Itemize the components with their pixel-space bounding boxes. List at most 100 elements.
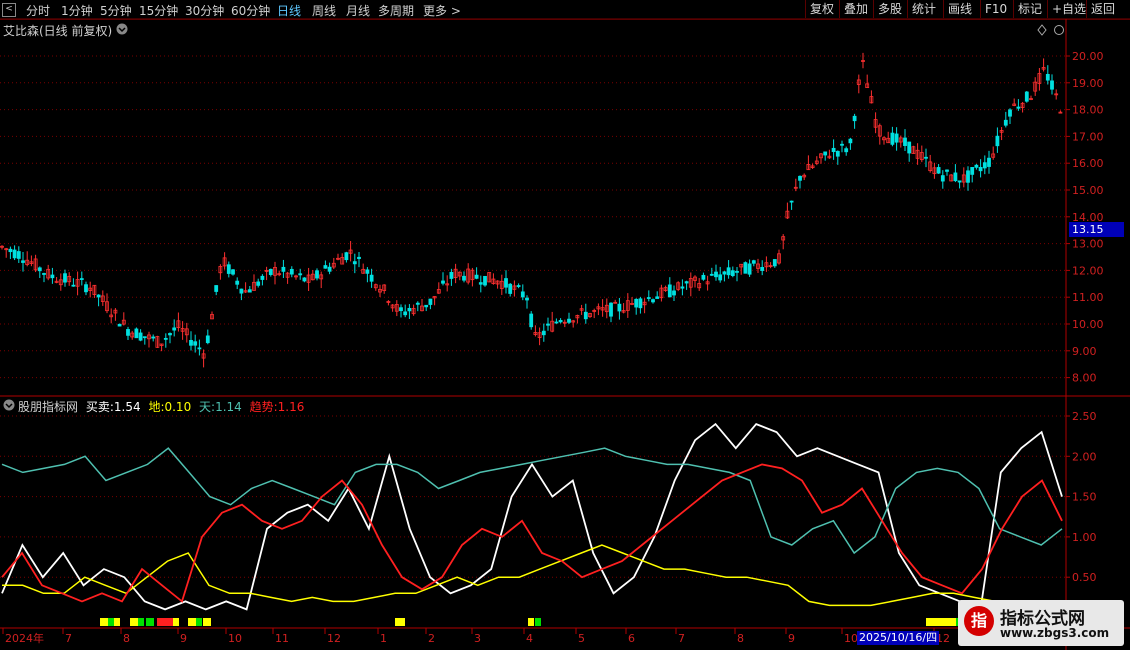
candle-down [268,268,273,275]
time-tick-label: 10 [844,632,858,645]
candle-down [743,262,748,274]
candle-down [516,285,521,287]
legend-earth-label: 地: [148,400,165,414]
legend-sky-value: 1.14 [215,400,242,414]
price-tick-label: 19.00 [1072,77,1104,90]
candle-down [638,298,643,309]
indicator-line-4 [1,463,1063,603]
current-price-tag: 13.15 [1069,222,1124,237]
candle-down [1024,91,1029,102]
candle-down [970,167,975,175]
candle-down [1016,106,1021,109]
candle-down [327,266,332,272]
candle-down [554,321,559,324]
candle-down [903,137,907,146]
candle-down [520,291,525,298]
candle-down [449,272,454,279]
time-tick-label: 7 [678,632,685,645]
time-tick-label: 3 [474,632,481,645]
candle-down [966,170,970,183]
candle-down [42,273,46,275]
candle-down [940,175,945,182]
candle-down [747,263,752,275]
candle-down [722,271,727,275]
candle-down [172,327,177,331]
candle-down [852,115,857,122]
signal-bar [926,618,956,626]
time-tick-label: 8 [737,632,744,645]
candle-down [894,133,899,143]
signal-bar [157,618,173,626]
indicator-tick-label: 1.00 [1072,531,1097,544]
candle-down [634,298,639,308]
candle-down [1050,80,1054,90]
indicator-menu-icon[interactable] [3,399,15,411]
price-tick-label: 12.00 [1072,264,1104,277]
candle-down [365,269,370,274]
candle-down [168,333,172,336]
price-tick-label: 17.00 [1072,130,1104,143]
candle-down [298,273,303,276]
candle-down [718,274,723,281]
candle-down [189,339,193,346]
price-tick-label: 9.00 [1072,345,1097,358]
candle-down [945,169,949,172]
time-tick-label: 8 [123,632,130,645]
candle-down [617,303,622,312]
candle-down [525,297,529,301]
candle-down [798,175,802,181]
candle-down [352,261,357,265]
candle-down [50,274,55,279]
candle-down [96,294,101,298]
signal-bar [173,618,179,626]
candle-down [504,278,508,288]
candle-down [680,286,685,289]
price-tick-label: 20.00 [1072,50,1104,63]
price-tick-label: 11.00 [1072,291,1104,304]
candle-down [424,304,429,308]
candle-down [529,313,534,328]
candlestick-series [0,52,1063,368]
candle-down [667,284,672,298]
candle-down [37,267,42,272]
candle-down [16,251,21,259]
signal-bar [535,618,541,626]
candle-down [714,271,718,278]
candle-down [751,260,756,264]
price-tick-label: 8.00 [1072,372,1097,385]
candle-down [151,336,156,339]
candle-down [474,274,479,279]
kline-chart-canvas[interactable]: 20.0019.0018.0017.0016.0015.0014.0013.00… [0,0,1130,650]
candle-down [415,302,420,305]
candle-down [289,268,294,275]
candle-down [646,297,651,299]
candle-down [651,299,655,303]
time-tick-label: 1 [380,632,387,645]
signal-bar [146,618,154,626]
candle-down [235,280,240,285]
candle-down [907,141,912,154]
candle-down [71,284,76,287]
candle-down [1008,109,1012,117]
time-tick-label: 10 [228,632,242,645]
indicator-legend: 股朋指标网 买卖:1.54 地:0.10 天:1.14 趋势:1.16 [18,398,304,415]
candle-down [142,336,147,339]
candle-down [478,282,483,285]
candle-down [541,330,546,336]
time-tick-label: 11 [275,632,289,645]
watermark-url: www.zbgs3.com [1000,626,1110,640]
candle-down [953,172,958,182]
candle-down [982,162,987,169]
candle-down [672,290,676,296]
candle-down [403,311,408,316]
candle-down [193,341,198,346]
candle-down [978,167,983,172]
candle-down [315,270,319,279]
candle-down [247,289,252,293]
candle-down [655,296,660,299]
candle-down [567,318,571,323]
candle-down [134,328,139,339]
candle-down [163,337,168,340]
watermark-logo-icon: 指 [964,606,994,636]
indicator-tick-label: 2.00 [1072,450,1097,463]
